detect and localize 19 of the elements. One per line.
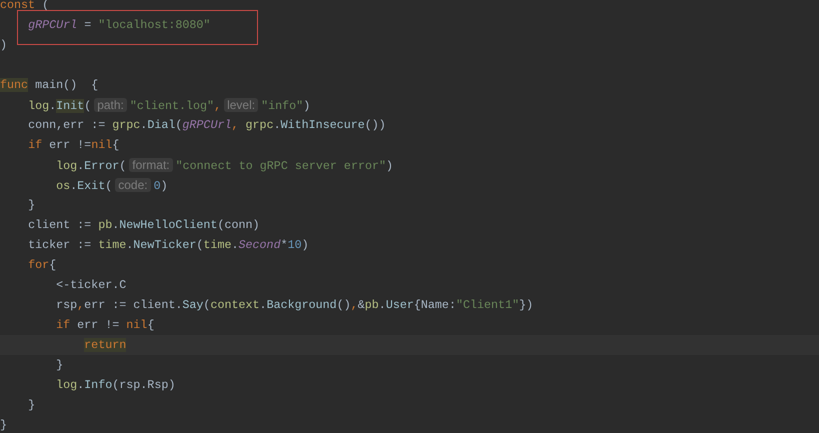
code-line: conn,err := grpc.Dial(gRPCUrl, grpc.WithInsecure()) [27,117,386,134]
code-line: ) [0,37,8,54]
code-line: gRPCUrl = "localhost:8080" [27,17,210,34]
code-line: client := pb.NewHelloClient(conn) [27,217,260,234]
code-line: if err != nil{ [55,317,154,334]
code-line: } [55,357,64,374]
code-line: <-ticker.C [55,277,126,294]
code-line: } [0,417,8,433]
code-line: os.Exit( code: 0) [55,177,168,195]
code-line: } [27,397,36,414]
code-line: log.Error( format: "connect to gRPC server error") [55,157,394,175]
code-line: for{ [27,257,56,274]
code-line: } [27,197,36,214]
code-line: log.Init( path: "client.log", level: "info") [27,97,310,115]
code-line: if err !=nil{ [27,137,120,154]
code-line: func main() { [0,77,98,94]
code-line: log.Info(rsp.Rsp) [55,377,176,394]
code-line: rsp,err := client.Say(context.Background(),&pb.User{Name:"Client1"}) [55,297,534,314]
code-line: ticker := time.NewTicker(time.Second*10) [27,237,309,254]
